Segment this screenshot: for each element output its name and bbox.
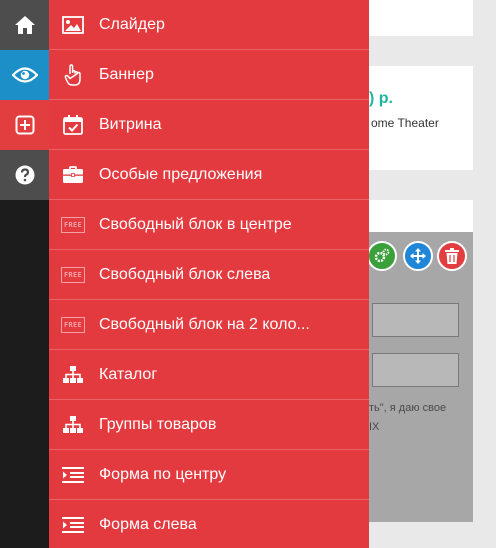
menu-item-label: Каталог bbox=[99, 365, 158, 383]
home-button[interactable] bbox=[0, 0, 49, 50]
delete-tool-button[interactable] bbox=[437, 241, 467, 271]
menu-item-label: Слайдер bbox=[99, 15, 165, 33]
menu-item-label: Форма по центру bbox=[99, 465, 227, 483]
calendar-check-icon bbox=[61, 113, 85, 137]
form-input-field[interactable] bbox=[372, 303, 459, 337]
view-button[interactable] bbox=[0, 50, 49, 100]
menu-item-free-block-left[interactable]: FREE Свободный блок слева bbox=[49, 250, 369, 300]
image-icon bbox=[61, 13, 85, 37]
menu-item-form-center[interactable]: Форма по центру bbox=[49, 450, 369, 500]
sitemap-icon bbox=[61, 413, 85, 437]
menu-item-label: Особые предложения bbox=[99, 165, 263, 183]
left-icon-rail bbox=[0, 0, 49, 548]
free-badge-icon: FREE bbox=[61, 216, 85, 233]
form-input-field[interactable] bbox=[372, 353, 459, 387]
help-button[interactable] bbox=[0, 150, 49, 200]
question-icon bbox=[15, 165, 34, 185]
product-price: ) р. bbox=[369, 90, 393, 107]
plus-square-icon bbox=[15, 115, 34, 135]
page-block bbox=[369, 200, 473, 232]
trash-icon bbox=[445, 248, 459, 264]
form-list-icon bbox=[61, 513, 85, 537]
menu-item-banner[interactable]: Баннер bbox=[49, 50, 369, 100]
product-name: ome Theater bbox=[371, 116, 439, 130]
menu-item-label: Группы товаров bbox=[99, 415, 217, 433]
menu-item-slider[interactable]: Слайдер bbox=[49, 0, 369, 50]
menu-item-label: Форма слева bbox=[99, 515, 197, 533]
free-badge-icon: FREE bbox=[61, 316, 85, 333]
settings-tool-button[interactable] bbox=[367, 241, 397, 271]
menu-item-free-block-two-columns[interactable]: FREE Свободный блок на 2 коло... bbox=[49, 300, 369, 350]
free-badge-icon: FREE bbox=[61, 266, 85, 283]
briefcase-icon bbox=[61, 163, 85, 187]
gear-icon bbox=[374, 248, 390, 263]
menu-item-free-block-center[interactable]: FREE Свободный блок в центре bbox=[49, 200, 369, 250]
menu-item-label: Баннер bbox=[99, 65, 154, 83]
move-tool-button[interactable] bbox=[403, 241, 433, 271]
block-type-menu: Слайдер Баннер Витрина Особые предложени… bbox=[49, 0, 369, 548]
menu-item-special-offers[interactable]: Особые предложения bbox=[49, 150, 369, 200]
menu-item-showcase[interactable]: Витрина bbox=[49, 100, 369, 150]
eye-icon bbox=[11, 67, 38, 83]
menu-item-label: Свободный блок слева bbox=[99, 265, 271, 283]
menu-item-label: Свободный блок на 2 коло... bbox=[99, 315, 310, 333]
menu-item-form-left[interactable]: Форма слева bbox=[49, 500, 369, 548]
menu-item-catalog[interactable]: Каталог bbox=[49, 350, 369, 400]
menu-item-product-groups[interactable]: Группы товаров bbox=[49, 400, 369, 450]
form-consent-text: IX bbox=[369, 421, 380, 433]
move-arrows-icon bbox=[410, 248, 426, 264]
form-list-icon bbox=[61, 463, 85, 487]
add-block-button[interactable] bbox=[0, 100, 49, 150]
menu-item-label: Витрина bbox=[99, 115, 162, 133]
page-block bbox=[369, 0, 473, 36]
sitemap-icon bbox=[61, 363, 85, 387]
menu-item-label: Свободный блок в центре bbox=[99, 215, 292, 233]
home-icon bbox=[14, 16, 35, 34]
pointer-hand-icon bbox=[61, 63, 85, 87]
form-consent-text: ть", я даю свое bbox=[369, 402, 447, 414]
